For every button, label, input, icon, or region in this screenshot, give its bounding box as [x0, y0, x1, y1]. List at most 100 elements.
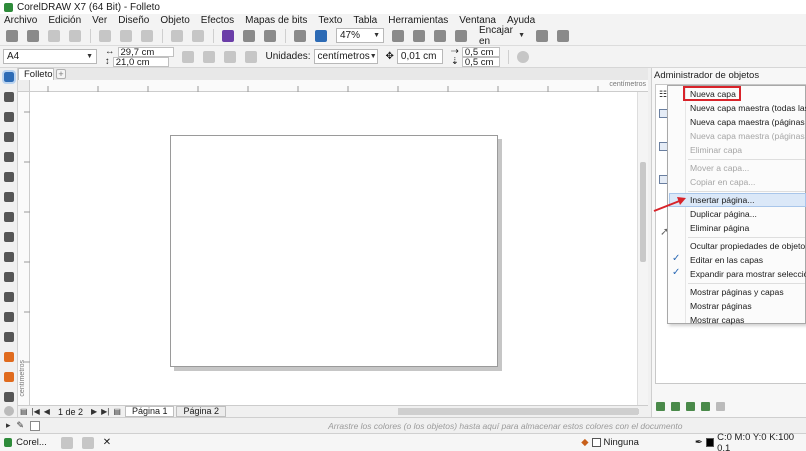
options-gear-icon[interactable]	[536, 29, 548, 42]
eyedropper-icon[interactable]: ✎	[17, 420, 25, 431]
parallel-dimension-tool-icon[interactable]	[4, 272, 14, 282]
close-window-icon[interactable]: ✕	[103, 437, 111, 448]
page-height-field[interactable]: 21,0 cm	[112, 56, 169, 67]
coreldraw-taskbar-icon[interactable]	[4, 438, 13, 447]
palette-options-icon[interactable]: ▸	[6, 420, 11, 431]
menu-item-expandir-seleccion[interactable]: Expandir para mostrar selección	[690, 269, 806, 279]
menu-item-editar-en-las-capas[interactable]: Editar en las capas	[690, 255, 763, 265]
all-pages-icon[interactable]	[223, 50, 236, 63]
connector-tool-icon[interactable]	[4, 292, 14, 302]
no-color-swatch-icon[interactable]	[30, 420, 41, 431]
new-master-odd-icon[interactable]	[686, 402, 695, 411]
landscape-orientation-icon[interactable]	[202, 50, 215, 63]
menu-item-mostrar-paginas[interactable]: Mostrar páginas	[690, 301, 752, 311]
menu-edicion[interactable]: Edición	[48, 15, 81, 26]
maximize-window-icon[interactable]	[81, 436, 94, 449]
full-screen-preview-icon[interactable]	[392, 29, 404, 42]
portrait-orientation-icon[interactable]	[181, 50, 194, 63]
polygon-tool-icon[interactable]	[4, 232, 14, 242]
page-tab-2[interactable]: Página 2	[176, 406, 226, 417]
duplicate-y-field[interactable]: 0,5 cm	[461, 56, 500, 67]
paste-icon[interactable]	[141, 29, 153, 42]
page-tab-1[interactable]: Página 1	[124, 406, 175, 417]
menu-item-mostrar-paginas-y-capas[interactable]: Mostrar páginas y capas	[690, 287, 784, 297]
scroll-thumb[interactable]	[399, 409, 639, 414]
interactive-fill-tool-icon[interactable]	[4, 372, 14, 382]
duplicate-x-field[interactable]: 0,5 cm	[461, 46, 500, 57]
application-launcher-icon[interactable]	[294, 29, 306, 42]
menu-item-ocultar-propiedades[interactable]: Ocultar propiedades de objeto	[690, 241, 805, 251]
menu-item-duplicar-pagina[interactable]: Duplicar página...	[690, 209, 757, 219]
new-layer-icon[interactable]	[656, 402, 665, 411]
last-page-icon[interactable]: ▶|	[101, 407, 109, 416]
menu-ver[interactable]: Ver	[92, 15, 107, 26]
menu-mapas-de-bits[interactable]: Mapas de bits	[245, 15, 307, 26]
new-master-layer-icon[interactable]	[671, 402, 680, 411]
rectangle-tool-icon[interactable]	[4, 192, 14, 202]
delete-layer-icon[interactable]	[716, 402, 725, 411]
crop-tool-icon[interactable]	[4, 112, 14, 122]
text-tool-icon[interactable]	[4, 252, 14, 262]
taskbar-app-label[interactable]: Corel...	[16, 437, 47, 448]
next-page-icon[interactable]: ▶	[91, 407, 97, 416]
menu-herramientas[interactable]: Herramientas	[388, 15, 448, 26]
restore-window-icon[interactable]	[60, 436, 73, 449]
eyedropper-tool-icon[interactable]	[4, 352, 14, 362]
menu-efectos[interactable]: Efectos	[201, 15, 234, 26]
page-size-select[interactable]: A4 ▼	[3, 49, 97, 64]
menu-objeto[interactable]: Objeto	[160, 15, 189, 26]
show-rulers-icon[interactable]	[413, 29, 425, 42]
freehand-tool-icon[interactable]	[4, 152, 14, 162]
page-options-icon[interactable]: ▤	[20, 407, 28, 416]
undo-icon[interactable]	[171, 29, 183, 42]
add-page-icon[interactable]: ▤	[113, 407, 121, 416]
vertical-ruler[interactable]: centímetros	[18, 92, 30, 405]
open-folder-icon[interactable]	[27, 29, 39, 42]
horizontal-ruler[interactable]: centímetros	[18, 80, 648, 92]
tab-folleto[interactable]: Folleto	[18, 68, 54, 80]
ellipse-tool-icon[interactable]	[4, 212, 14, 222]
nudge-distance-field[interactable]: 0,01 cm	[396, 49, 443, 64]
units-select[interactable]: centímetros ▼	[313, 49, 378, 64]
new-document-icon[interactable]	[6, 29, 18, 42]
previous-page-icon[interactable]: ◀	[44, 407, 50, 416]
ruler-origin[interactable]	[18, 80, 30, 92]
copy-icon[interactable]	[120, 29, 132, 42]
transparency-tool-icon[interactable]	[4, 332, 14, 342]
add-toolbar-icon[interactable]	[516, 50, 529, 63]
zoom-tool-icon[interactable]	[4, 132, 14, 142]
menu-item-mostrar-capas[interactable]: Mostrar capas	[690, 315, 744, 325]
page-width-field[interactable]: 29,7 cm	[117, 46, 174, 57]
menu-item-insertar-pagina[interactable]: Insertar página...	[690, 195, 755, 205]
scroll-thumb[interactable]	[640, 162, 646, 262]
add-tool-icon[interactable]	[4, 406, 14, 416]
drop-shadow-tool-icon[interactable]	[4, 312, 14, 322]
snap-to-dropdown[interactable]: Encajar en ▼	[476, 25, 528, 47]
vertical-scrollbar[interactable]	[637, 92, 648, 405]
smart-fill-tool-icon[interactable]	[4, 392, 14, 402]
menu-texto[interactable]: Texto	[318, 15, 342, 26]
horizontal-scrollbar[interactable]	[398, 408, 639, 415]
zoom-level-select[interactable]: 47% ▼	[336, 28, 384, 43]
show-guidelines-icon[interactable]	[455, 29, 467, 42]
search-content-icon[interactable]	[222, 29, 234, 42]
menu-diseno[interactable]: Diseño	[118, 15, 149, 26]
show-grid-icon[interactable]	[434, 29, 446, 42]
new-master-even-icon[interactable]	[701, 402, 710, 411]
save-icon[interactable]	[48, 29, 60, 42]
menu-archivo[interactable]: Archivo	[4, 15, 37, 26]
first-page-icon[interactable]: |◀	[32, 407, 40, 416]
launch-icon[interactable]	[557, 29, 569, 42]
cut-icon[interactable]	[99, 29, 111, 42]
welcome-screen-icon[interactable]	[315, 29, 327, 42]
shape-tool-icon[interactable]	[4, 92, 14, 102]
document-page[interactable]	[170, 135, 498, 367]
menu-item-nueva-capa-maestra-impares[interactable]: Nueva capa maestra (páginas impa	[690, 117, 806, 127]
menu-tabla[interactable]: Tabla	[353, 15, 377, 26]
new-tab-plus-icon[interactable]: +	[56, 69, 66, 79]
menu-item-eliminar-pagina[interactable]: Eliminar página	[690, 223, 749, 233]
import-icon[interactable]	[243, 29, 255, 42]
current-page-icon[interactable]	[244, 50, 257, 63]
artistic-media-tool-icon[interactable]	[4, 172, 14, 182]
print-icon[interactable]	[69, 29, 81, 42]
